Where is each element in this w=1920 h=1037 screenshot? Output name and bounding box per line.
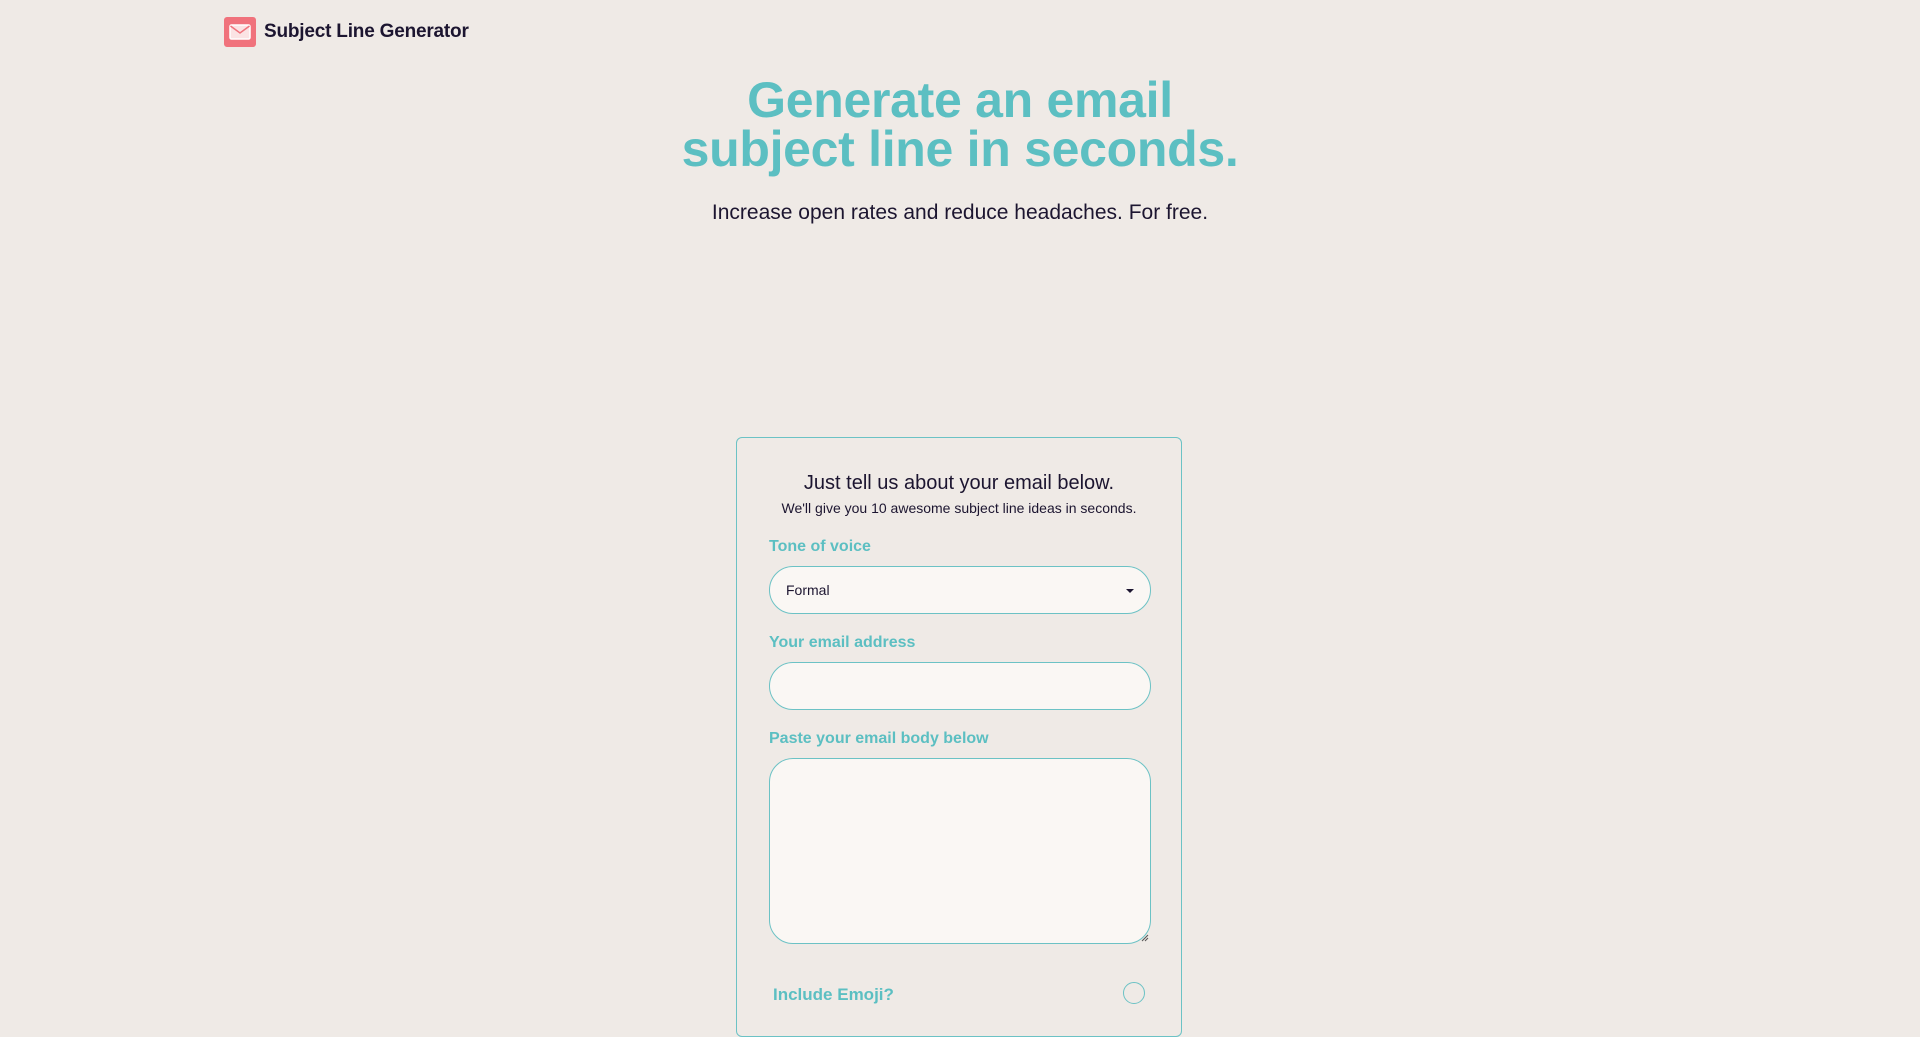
hero-title-line-2: subject line in seconds. <box>681 121 1239 177</box>
resize-grip-icon[interactable] <box>1141 934 1149 942</box>
hero-title-line-1: Generate an email <box>747 72 1173 128</box>
envelope-icon[interactable] <box>224 17 256 47</box>
tone-select[interactable]: Formal <box>769 566 1151 614</box>
hero-title: Generate an email subject line in second… <box>0 72 1920 177</box>
hero-section: Generate an email subject line in second… <box>0 72 1920 225</box>
generator-form: Just tell us about your email below. We'… <box>736 437 1182 1037</box>
email-label: Your email address <box>769 634 916 651</box>
emoji-label: Include Emoji? <box>773 985 894 1004</box>
email-body-textarea[interactable] <box>769 758 1151 944</box>
hero-subtitle: Increase open rates and reduce headaches… <box>711 201 1209 224</box>
site-header: Subject Line Generator <box>224 17 469 47</box>
tone-label: Tone of voice <box>769 538 871 555</box>
form-subtitle: We'll give you 10 awesome subject line i… <box>781 500 1137 516</box>
body-label: Paste your email body below <box>769 730 989 747</box>
tone-selected-value: Formal <box>786 582 830 598</box>
caret-down-icon <box>1126 589 1134 593</box>
email-input[interactable] <box>769 662 1151 710</box>
form-title: Just tell us about your email below. <box>803 472 1115 494</box>
brand-name[interactable]: Subject Line Generator <box>264 21 469 43</box>
emoji-toggle[interactable] <box>1123 982 1145 1004</box>
